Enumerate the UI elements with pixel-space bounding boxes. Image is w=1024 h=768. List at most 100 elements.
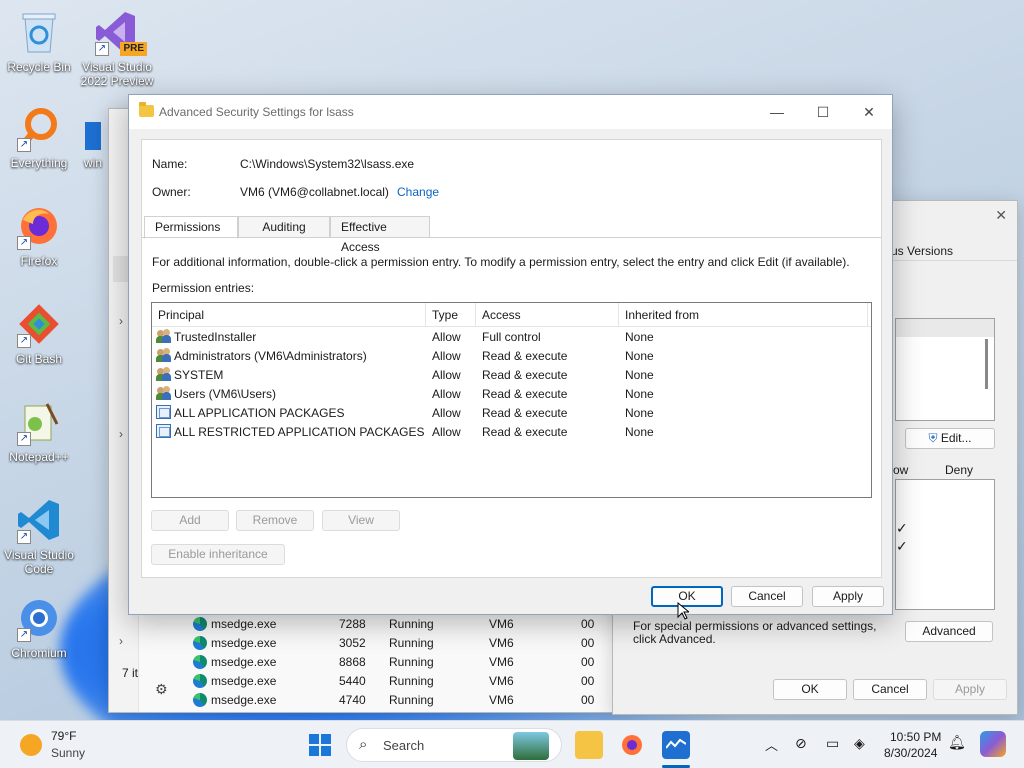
desktop-icon-recycle-bin[interactable]: Recycle Bin (0, 8, 78, 74)
process-cpu: 00 (581, 674, 595, 688)
weather-sun-icon[interactable] (20, 734, 42, 756)
properties-apply-button[interactable]: Apply (933, 679, 1007, 700)
column-access[interactable]: Access (482, 308, 521, 322)
permission-row[interactable]: SYSTEM Allow Read & execute None (152, 365, 871, 384)
weather-temp[interactable]: 79°F (51, 729, 76, 743)
enable-inheritance-button[interactable]: Enable inheritance (151, 544, 285, 565)
settings-gear-icon[interactable]: ⚙ (155, 681, 168, 698)
process-name: msedge.exe (211, 617, 277, 631)
network-disconnected-icon[interactable]: ⊘ (795, 735, 807, 752)
permission-row[interactable]: ALL APPLICATION PACKAGES Allow Read & ex… (152, 403, 871, 422)
column-principal[interactable]: Principal (158, 308, 204, 322)
weather-desc[interactable]: Sunny (51, 746, 85, 760)
notification-bell-icon[interactable]: 🔔︎ (948, 734, 966, 751)
process-name: msedge.exe (211, 674, 277, 688)
remove-button[interactable]: Remove (236, 510, 314, 531)
permission-row[interactable]: ALL RESTRICTED APPLICATION PACKAGES Allo… (152, 422, 871, 441)
row-inherited: None (625, 387, 654, 401)
tab-previous-versions[interactable]: us Versions (891, 244, 953, 258)
desktop-icon-firefox[interactable]: ↗ Firefox (0, 202, 78, 268)
apply-button[interactable]: Apply (812, 586, 884, 607)
view-button[interactable]: View (322, 510, 400, 531)
firefox-taskbar-icon[interactable] (618, 731, 646, 759)
process-row[interactable]: msedge.exe 7288 Running VM6 00 (193, 614, 594, 633)
chromium-icon: ↗ (15, 594, 63, 642)
row-inherited: None (625, 406, 654, 420)
row-type: Allow (432, 330, 461, 344)
process-row[interactable]: msedge.exe 8868 Running VM6 00 (193, 652, 594, 672)
shortcut-arrow-icon: ↗ (17, 530, 31, 544)
desktop-icon-vscode[interactable]: ↗ Visual Studio Code (0, 496, 78, 576)
chevron-right-icon[interactable]: › (119, 634, 123, 648)
desktop-icon-git-bash[interactable]: ↗ Git Bash (0, 300, 78, 366)
column-inherited-from[interactable]: Inherited from (625, 308, 699, 322)
dialog-titlebar[interactable]: Advanced Security Settings for lsass — ☐… (129, 95, 892, 129)
process-name: msedge.exe (211, 693, 277, 707)
package-icon (156, 424, 171, 438)
properties-cancel-button[interactable]: Cancel (853, 679, 927, 700)
edge-icon (193, 636, 207, 653)
clock-date[interactable]: 8/30/2024 (884, 746, 937, 760)
process-user: VM6 (489, 636, 514, 650)
process-user: VM6 (489, 693, 514, 707)
tab-effective-access[interactable]: Effective Access (330, 216, 430, 254)
process-cpu: 00 (581, 693, 595, 707)
chevron-right-icon[interactable]: › (119, 427, 123, 441)
file-explorer-icon[interactable] (575, 731, 603, 759)
properties-ok-button[interactable]: OK (773, 679, 847, 700)
display-icon[interactable]: ▭ (826, 735, 839, 752)
permission-row[interactable]: Administrators (VM6\Administrators) Allo… (152, 346, 871, 365)
taskbar-search[interactable]: ⌕ Search (346, 728, 562, 762)
cancel-button[interactable]: Cancel (731, 586, 803, 607)
advanced-button[interactable]: Advanced (905, 621, 993, 642)
start-button[interactable] (306, 731, 334, 759)
mouse-cursor-icon (677, 601, 691, 623)
permissions-list[interactable]: ✓ ✓ (895, 479, 995, 610)
allow-column-header: ow (893, 463, 909, 477)
process-row[interactable]: msedge.exe 4740 Running VM6 00 (193, 690, 595, 709)
users-icon (156, 386, 172, 401)
scrollbar-thumb[interactable] (985, 339, 988, 389)
desktop-icon-chromium[interactable]: ↗ Chromium (0, 594, 78, 660)
desktop-icon-label: Firefox (20, 254, 58, 268)
row-type: Allow (432, 406, 461, 420)
tab-auditing[interactable]: Auditing (238, 216, 330, 238)
edge-icon (193, 655, 207, 672)
chevron-right-icon[interactable]: › (119, 314, 123, 328)
close-button[interactable]: ✕ (846, 95, 892, 129)
desktop-icon-notepad-plus-plus[interactable]: ↗ Notepad++ (0, 398, 78, 464)
copilot-icon[interactable] (980, 731, 1006, 757)
process-user: VM6 (489, 655, 514, 669)
process-pid: 3052 (339, 636, 366, 650)
permission-row[interactable]: Users (VM6\Users) Allow Read & execute N… (152, 384, 871, 403)
column-type[interactable]: Type (432, 308, 458, 322)
name-value[interactable]: C:\Windows\System32\lsass.exe (240, 157, 414, 171)
edit-button[interactable]: ⛨ Edit... (905, 428, 995, 449)
tab-permissions[interactable]: Permissions (144, 216, 238, 239)
desktop-icon-everything[interactable]: ↗ Everything (0, 104, 78, 170)
chevron-up-icon[interactable]: ︿ (765, 735, 778, 754)
clock-time[interactable]: 10:50 PM (890, 730, 941, 744)
volume-icon[interactable]: ◈ (854, 735, 865, 752)
advanced-security-dialog[interactable]: Advanced Security Settings for lsass — ☐… (128, 94, 893, 615)
process-pid: 8868 (339, 655, 366, 669)
permission-row[interactable]: TrustedInstaller Allow Full control None (152, 327, 871, 346)
row-inherited: None (625, 425, 654, 439)
change-owner-link[interactable]: Change (397, 185, 439, 199)
minimize-button[interactable]: — (754, 95, 800, 129)
close-icon[interactable]: ✕ (995, 207, 1007, 224)
visual-studio-icon: PRE ↗ (93, 8, 147, 56)
desktop-icon-visual-studio[interactable]: PRE ↗ Visual Studio 2022 Preview (78, 8, 156, 88)
process-pid: 7288 (339, 617, 366, 631)
desktop-icon-win[interactable]: win (78, 120, 108, 170)
group-list[interactable] (895, 318, 995, 421)
task-manager-taskbar-icon[interactable] (662, 731, 690, 759)
permission-entries-list[interactable]: Principal Type Access Inherited from Tru… (151, 302, 872, 498)
process-row[interactable]: msedge.exe 5440 Running VM6 00 (193, 671, 595, 691)
process-row[interactable]: msedge.exe 3052 Running VM6 00 (193, 633, 594, 653)
edge-icon (193, 674, 207, 691)
maximize-button[interactable]: ☐ (800, 95, 846, 129)
add-button[interactable]: Add (151, 510, 229, 531)
desktop-icon-label: Visual Studio 2022 Preview (80, 60, 154, 88)
row-access: Read & execute (482, 349, 568, 363)
